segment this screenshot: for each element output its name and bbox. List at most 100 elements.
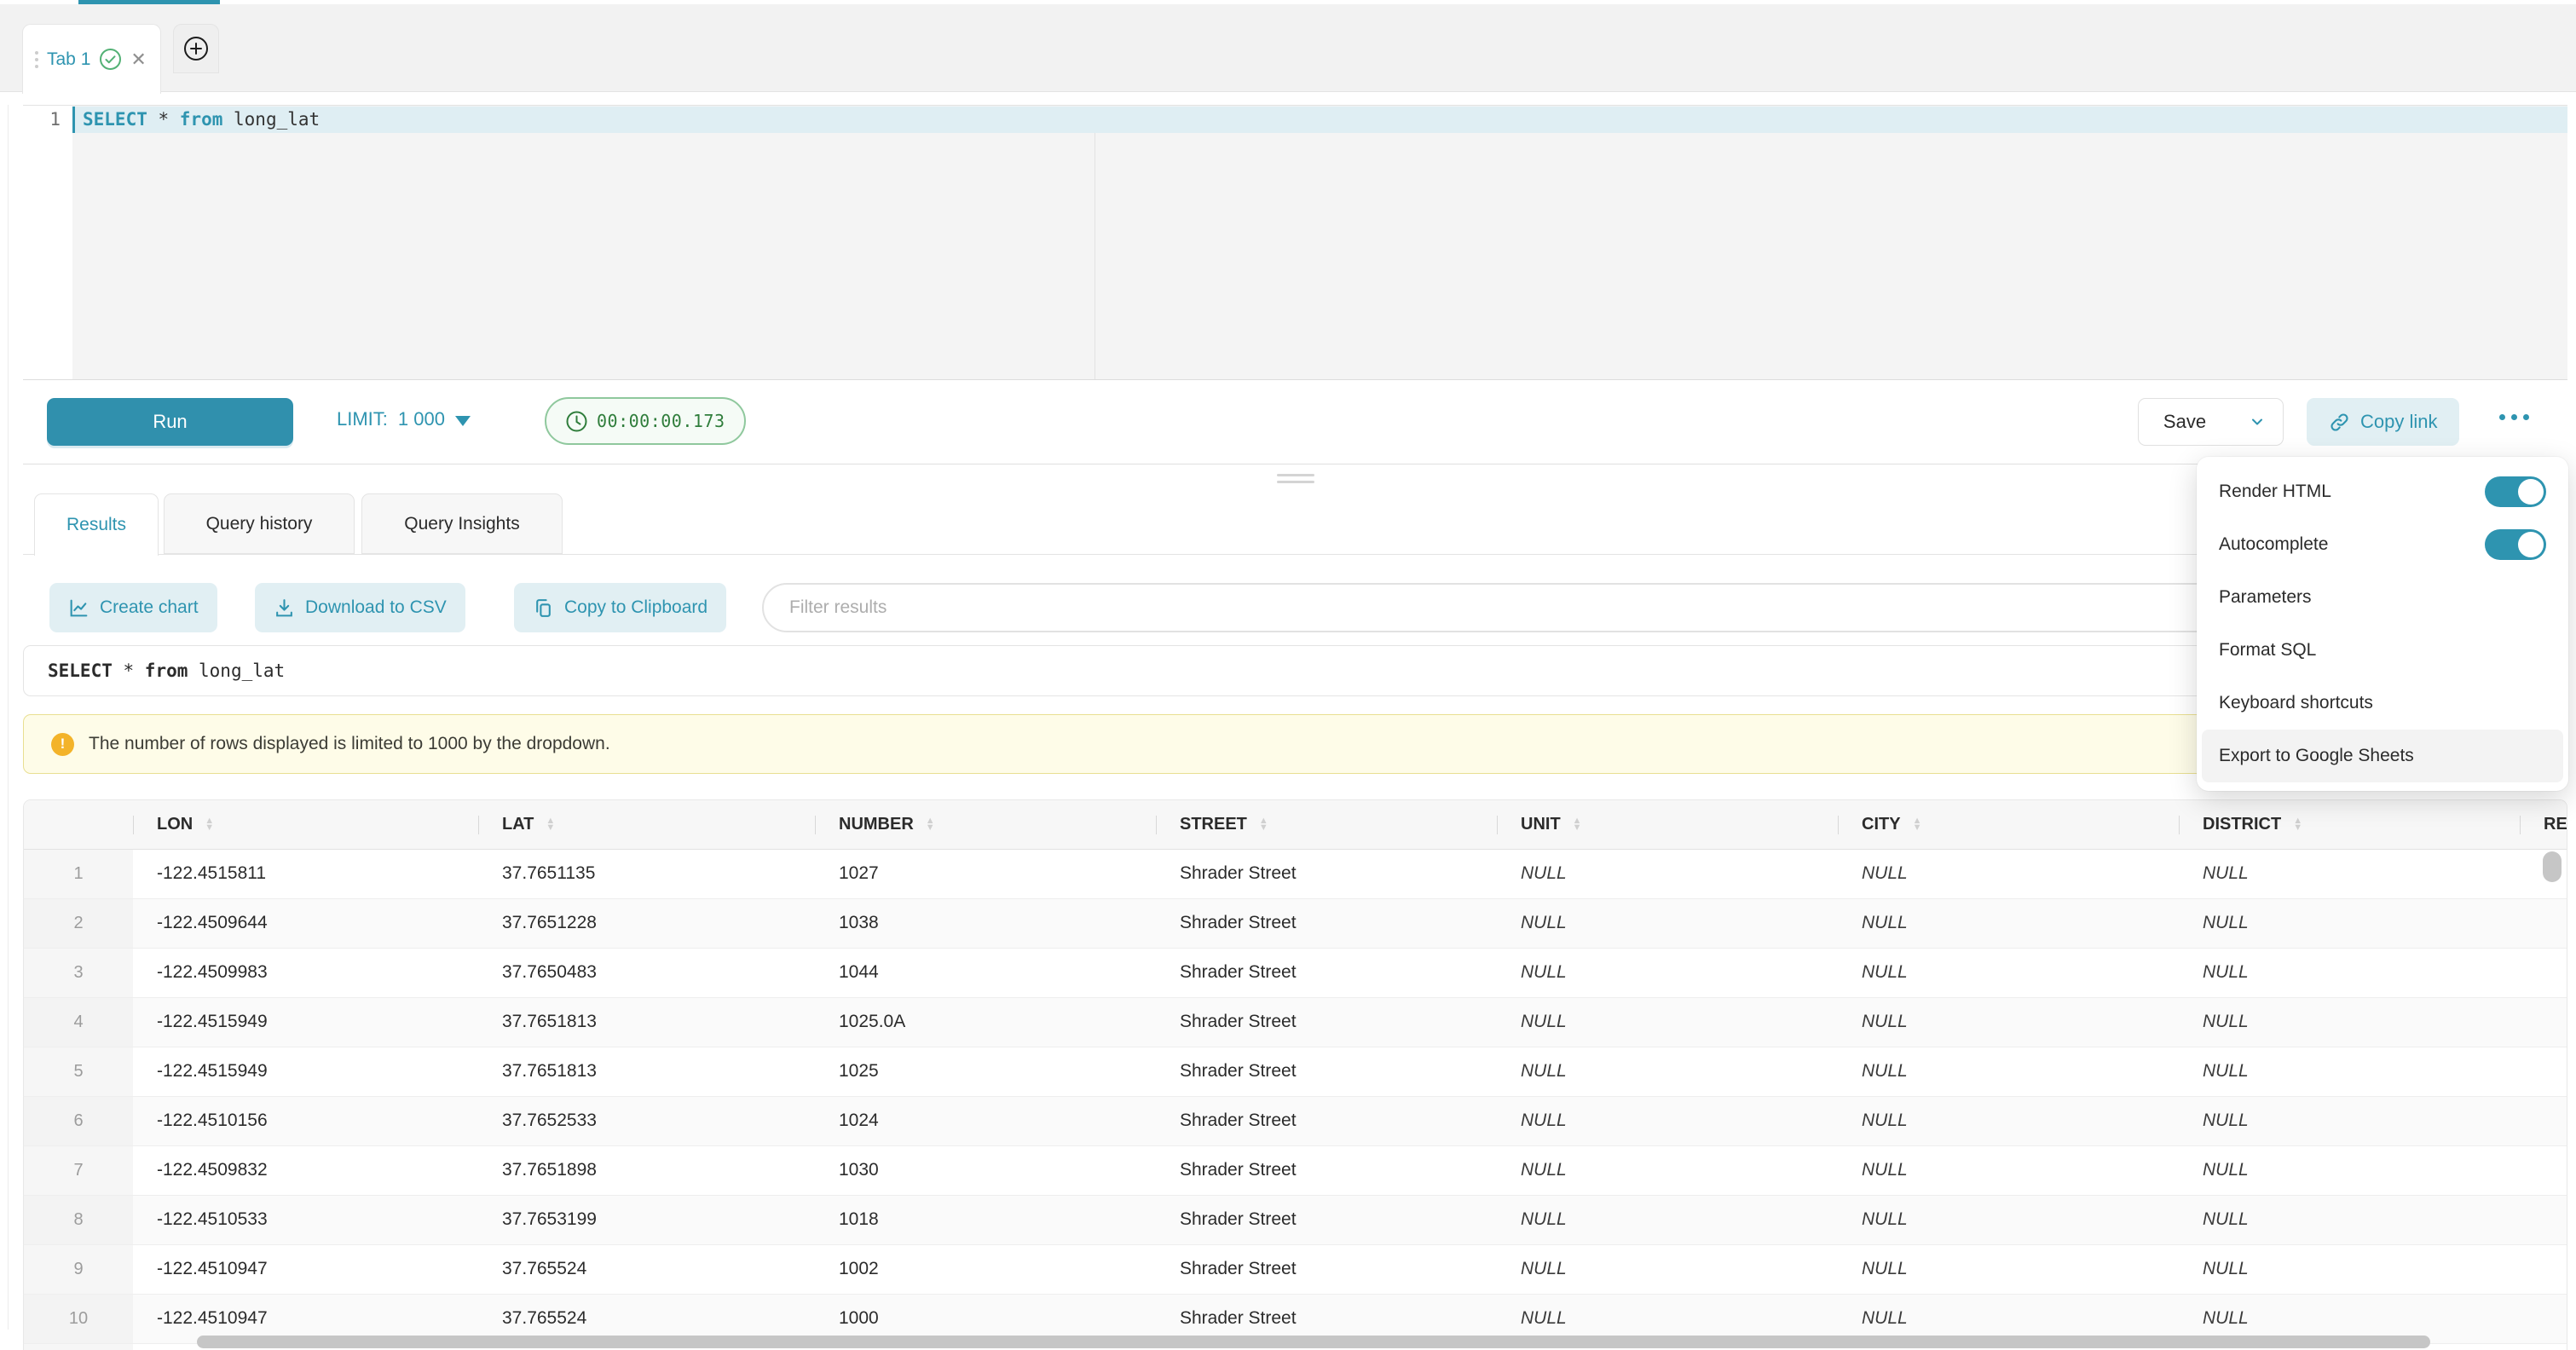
cell-number[interactable]: 1024 [815, 1096, 1156, 1145]
cell-district[interactable]: NULL [2179, 1096, 2520, 1145]
tab-query-history[interactable]: Query history [164, 493, 355, 554]
cell-number[interactable]: 1025 [815, 1047, 1156, 1096]
cell-city[interactable]: NULL [1838, 1047, 2179, 1096]
cell-unit[interactable]: NULL [1497, 1145, 1838, 1195]
save-button[interactable]: Save [2138, 398, 2232, 446]
cell-re[interactable] [2520, 1294, 2567, 1343]
cell-re[interactable] [2520, 1047, 2567, 1096]
column-header-lat[interactable]: LAT▲▼ [478, 800, 815, 849]
cell-unit[interactable]: NULL [1497, 1195, 1838, 1244]
column-header-district[interactable]: DISTRICT▲▼ [2179, 800, 2520, 849]
cell-lon[interactable]: -122.4509644 [133, 898, 478, 948]
cell-unit[interactable]: NULL [1497, 849, 1838, 898]
cell-district[interactable]: NULL [2179, 1195, 2520, 1244]
cell-number[interactable]: 1027 [815, 849, 1156, 898]
cell-re[interactable] [2520, 948, 2567, 997]
cell-lon[interactable]: -122.4510533 [133, 1195, 478, 1244]
cell-lon[interactable]: -122.4509983 [133, 948, 478, 997]
menu-item-autocomplete[interactable]: Autocomplete [2197, 518, 2568, 571]
cell-street[interactable]: Shrader Street [1156, 1145, 1497, 1195]
cell-city[interactable]: NULL [1838, 997, 2179, 1047]
cell-street[interactable]: Shrader Street [1156, 997, 1497, 1047]
cell-unit[interactable]: NULL [1497, 997, 1838, 1047]
toggle-on[interactable] [2485, 529, 2546, 560]
copy-to-clipboard-button[interactable]: Copy to Clipboard [514, 583, 726, 632]
cell-street[interactable]: Shrader Street [1156, 849, 1497, 898]
cell-lat[interactable]: 37.7651135 [478, 849, 815, 898]
cell-unit[interactable]: NULL [1497, 1096, 1838, 1145]
cell-lat[interactable]: 37.7650483 [478, 948, 815, 997]
run-button[interactable]: Run [47, 398, 293, 446]
cell-city[interactable]: NULL [1838, 948, 2179, 997]
cell-number[interactable]: 1025.0A [815, 997, 1156, 1047]
cell-district[interactable]: NULL [2179, 849, 2520, 898]
menu-item-render-html[interactable]: Render HTML [2197, 465, 2568, 518]
cell-district[interactable]: NULL [2179, 948, 2520, 997]
tab-results[interactable]: Results [34, 493, 159, 556]
column-header-number[interactable]: NUMBER▲▼ [815, 800, 1156, 849]
cell-lat[interactable]: 37.7652533 [478, 1096, 815, 1145]
cell-unit[interactable]: NULL [1497, 898, 1838, 948]
cell-city[interactable]: NULL [1838, 1195, 2179, 1244]
cell-district[interactable]: NULL [2179, 1145, 2520, 1195]
cell-re[interactable] [2520, 1195, 2567, 1244]
menu-item-format-sql[interactable]: Format SQL [2197, 624, 2568, 677]
cell-lon[interactable]: -122.4510947 [133, 1244, 478, 1294]
menu-item-keyboard-shortcuts[interactable]: Keyboard shortcuts [2197, 677, 2568, 730]
vertical-scrollbar-thumb[interactable] [2543, 851, 2562, 882]
cell-district[interactable]: NULL [2179, 1244, 2520, 1294]
toggle-on[interactable] [2485, 476, 2546, 507]
sql-code-line[interactable]: SELECT * from long_lat [83, 109, 320, 130]
cell-number[interactable]: 1038 [815, 898, 1156, 948]
tab-query-insights[interactable]: Query Insights [361, 493, 563, 554]
add-tab-button[interactable] [173, 24, 219, 73]
cell-street[interactable]: Shrader Street [1156, 898, 1497, 948]
cell-number[interactable]: 1044 [815, 948, 1156, 997]
cell-unit[interactable]: NULL [1497, 1244, 1838, 1294]
cell-lon[interactable]: -122.4509832 [133, 1145, 478, 1195]
copy-link-button[interactable]: Copy link [2307, 398, 2459, 446]
cell-street[interactable]: Shrader Street [1156, 1244, 1497, 1294]
cell-lon[interactable]: -122.4515949 [133, 1047, 478, 1096]
cell-district[interactable]: NULL [2179, 898, 2520, 948]
cell-unit[interactable]: NULL [1497, 948, 1838, 997]
split-drag-handle[interactable] [1277, 474, 1314, 488]
cell-city[interactable]: NULL [1838, 1096, 2179, 1145]
sql-editor[interactable]: 1 SELECT * from long_lat [23, 105, 2567, 380]
sort-icon[interactable]: ▲▼ [1259, 817, 1268, 831]
cell-lat[interactable]: 37.7651228 [478, 898, 815, 948]
cell-street[interactable]: Shrader Street [1156, 1096, 1497, 1145]
more-options-button[interactable] [2499, 414, 2529, 420]
cell-re[interactable] [2520, 1244, 2567, 1294]
column-header-re[interactable]: RE▲▼ [2520, 800, 2567, 849]
cell-number[interactable]: 1030 [815, 1145, 1156, 1195]
cell-number[interactable]: 1002 [815, 1244, 1156, 1294]
cell-lat[interactable]: 37.7651813 [478, 1047, 815, 1096]
cell-lon[interactable]: -122.4515949 [133, 997, 478, 1047]
cell-street[interactable]: Shrader Street [1156, 1195, 1497, 1244]
cell-district[interactable]: NULL [2179, 1047, 2520, 1096]
cell-re[interactable] [2520, 1145, 2567, 1195]
cell-re[interactable] [2520, 997, 2567, 1047]
column-header-street[interactable]: STREET▲▼ [1156, 800, 1497, 849]
cell-lat[interactable]: 37.7653199 [478, 1195, 815, 1244]
limit-dropdown[interactable]: LIMIT: 1 000 [337, 408, 471, 430]
cell-city[interactable]: NULL [1838, 1145, 2179, 1195]
create-chart-button[interactable]: Create chart [49, 583, 217, 632]
sort-icon[interactable]: ▲▼ [926, 817, 935, 831]
cell-number[interactable]: 1018 [815, 1195, 1156, 1244]
sort-icon[interactable]: ▲▼ [205, 817, 214, 831]
cell-re[interactable] [2520, 898, 2567, 948]
editor-tab-active[interactable]: Tab 1 ✕ [22, 24, 161, 94]
download-csv-button[interactable]: Download to CSV [255, 583, 465, 632]
close-tab-icon[interactable]: ✕ [130, 50, 146, 69]
cell-lat[interactable]: 37.765524 [478, 1244, 815, 1294]
column-header-city[interactable]: CITY▲▼ [1838, 800, 2179, 849]
cell-lat[interactable]: 37.7651898 [478, 1145, 815, 1195]
column-header-unit[interactable]: UNIT▲▼ [1497, 800, 1838, 849]
cell-street[interactable]: Shrader Street [1156, 948, 1497, 997]
cell-re[interactable] [2520, 1096, 2567, 1145]
menu-item-parameters[interactable]: Parameters [2197, 571, 2568, 624]
cell-city[interactable]: NULL [1838, 849, 2179, 898]
horizontal-scrollbar-thumb[interactable] [197, 1336, 2430, 1348]
